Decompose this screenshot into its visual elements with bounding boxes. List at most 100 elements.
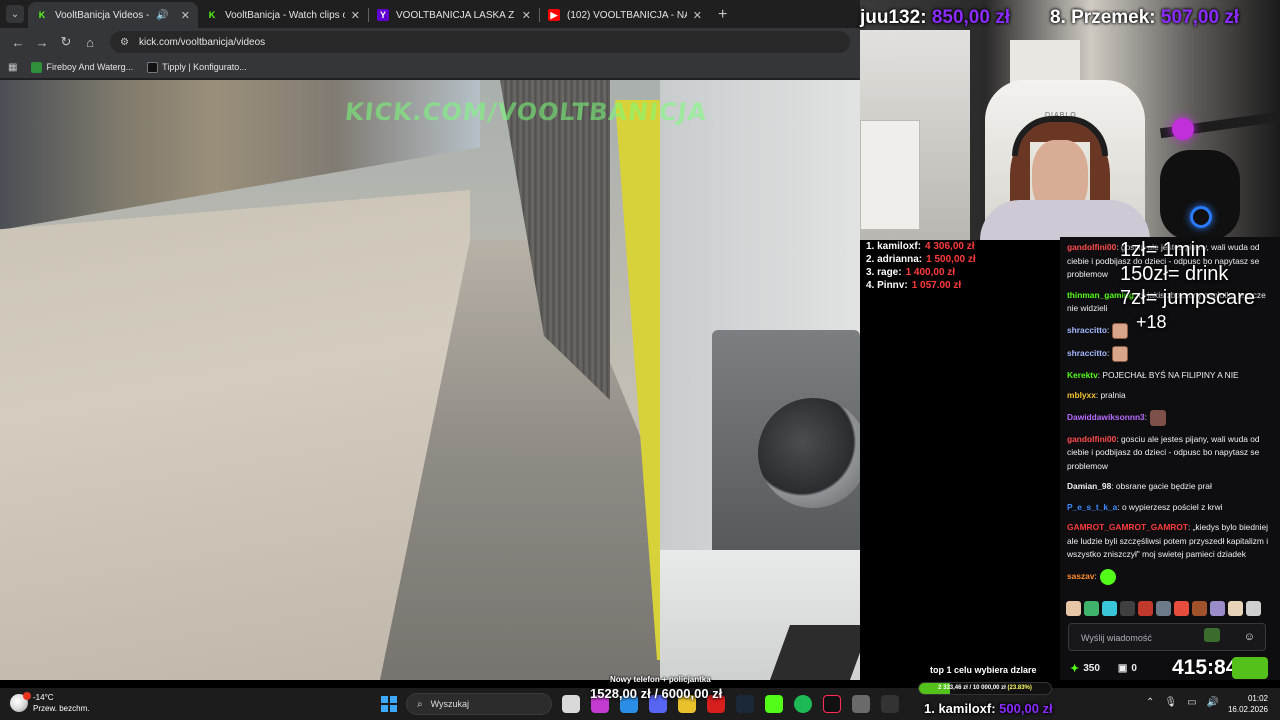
bookmark-fireboy[interactable]: Fireboy And Waterg...: [31, 61, 133, 73]
emoji-picker-icon[interactable]: ☺: [1244, 631, 1255, 643]
chat-username[interactable]: shraccitto: [1067, 348, 1107, 358]
emote-icon[interactable]: [1210, 601, 1225, 616]
overlay-line: 150zł= drink: [1120, 263, 1229, 285]
volume-icon[interactable]: 🔊: [1207, 697, 1219, 708]
goal-progress-text: 2 333,46 zł / 10 000,00 zł (23.83%): [918, 684, 1052, 693]
weather-widget[interactable]: -14°C Przew. bezchm.: [10, 692, 89, 714]
tab-youtube[interactable]: ▶ (102) VOOLTBANICJA - NAJBAR ✕: [540, 2, 710, 28]
screen: ⌄ K VooltBanicja Videos - Watc 🔊 ✕ K Voo…: [0, 0, 1280, 720]
chat-username[interactable]: Dawiddawiksonnn3: [1067, 412, 1145, 422]
back-arrow-icon[interactable]: ←: [6, 35, 30, 50]
tab-yahoo[interactable]: Y VOOLTBANICJA LASKA Z CHŁO ✕: [369, 2, 539, 28]
bookmarks-bar: ▦ Fireboy And Waterg... Tipply | Konfigu…: [0, 56, 860, 78]
emote-icon[interactable]: [1192, 601, 1207, 616]
search-label: Wyszukaj: [430, 699, 470, 709]
youtube-icon: ▶: [548, 9, 560, 21]
forward-arrow-icon[interactable]: →: [30, 35, 54, 50]
leaderboard-name: 2. adrianna:: [866, 254, 923, 265]
leaderboard-row: 1. kamiloxf: 4 306,00 zł: [866, 240, 1056, 253]
weather-temp: -14°C: [33, 693, 54, 702]
stream-watermark: KICK.COM/VOOLTBANICJA: [343, 98, 709, 126]
close-icon[interactable]: ✕: [351, 9, 360, 22]
emote-icon[interactable]: [1066, 601, 1081, 616]
emote-icon[interactable]: [1120, 601, 1135, 616]
subathon-timer: 415:84: [1172, 656, 1238, 679]
weather-desc: Przew. bezchm.: [33, 704, 90, 713]
chat-username[interactable]: Kerektv: [1067, 370, 1098, 380]
bookmark-tipply[interactable]: Tipply | Konfigurato...: [147, 61, 247, 73]
chat-username[interactable]: shraccitto: [1067, 325, 1107, 335]
emote-icon[interactable]: [1156, 601, 1171, 616]
file-explorer-icon[interactable]: [562, 695, 580, 713]
steam-icon[interactable]: [736, 695, 754, 713]
cam-blue-ring-light: [1190, 206, 1212, 228]
emote-bar: [1066, 601, 1276, 619]
chat-username[interactable]: gandolfini00: [1067, 242, 1116, 252]
new-tab-button[interactable]: +: [718, 6, 727, 24]
obs-icon[interactable]: [881, 695, 899, 713]
emote-icon[interactable]: [1102, 601, 1117, 616]
tiktok-icon[interactable]: [823, 695, 841, 713]
emote-icon[interactable]: [1246, 601, 1261, 616]
tab-vooltbanicja-videos[interactable]: K VooltBanicja Videos - Watc 🔊 ✕: [28, 2, 198, 28]
close-icon[interactable]: ✕: [522, 9, 531, 22]
chevron-up-icon[interactable]: ⌃: [1146, 697, 1154, 708]
address-bar[interactable]: ⚙ kick.com/vooltbanicja/videos: [110, 31, 850, 53]
chat-username[interactable]: P_e_s_t_k_a: [1067, 502, 1117, 512]
browser-window: ⌄ K VooltBanicja Videos - Watc 🔊 ✕ K Voo…: [0, 0, 860, 80]
windows-start-icon[interactable]: [381, 696, 397, 712]
site-info-icon[interactable]: ⚙: [120, 37, 129, 48]
chat-username[interactable]: gandolfini00: [1067, 434, 1116, 444]
chat-username[interactable]: GAMROT_GAMROT_GAMROT: [1067, 522, 1188, 532]
home-icon[interactable]: ⌂: [78, 35, 102, 50]
overlay-line: 7zł= jumpscare: [1120, 287, 1256, 309]
cam-cabinet: [860, 120, 920, 230]
chat-message: GAMROT_GAMROT_GAMROT: „kiedys bylo biedn…: [1060, 521, 1280, 562]
taskbar-clock[interactable]: 01:02 16.02.2026: [1226, 693, 1268, 715]
kick-app-icon[interactable]: [765, 695, 783, 713]
gift-count: 0: [1131, 663, 1137, 674]
tab-search-button[interactable]: ⌄: [6, 5, 24, 23]
emote-icon[interactable]: [1084, 601, 1099, 616]
points-icon[interactable]: ✦: [1070, 662, 1079, 675]
donor-name: 8. Przemek:: [1050, 7, 1156, 28]
chat-message: shraccitto:: [1060, 322, 1280, 339]
reload-icon[interactable]: ↻: [54, 34, 78, 50]
emote-icon[interactable]: [1174, 601, 1189, 616]
weather-icon: [10, 692, 31, 712]
settings-icon[interactable]: [852, 695, 870, 713]
cam-streamer-body: [980, 200, 1150, 240]
top-donor-name: 1. kamiloxf:: [924, 701, 996, 716]
chat-username[interactable]: mblyxx: [1067, 390, 1096, 400]
kick-icon: K: [208, 10, 216, 20]
goal-amounts: 1528,00 zł / 6000,00 zł: [590, 686, 723, 701]
chat-message: shraccitto:: [1060, 345, 1280, 362]
goal-name: Nowy telefon + policjantka: [610, 675, 711, 684]
video-player[interactable]: KICK.COM/VOOLTBANICJA: [0, 80, 860, 680]
video-scene-washer-drum: [758, 398, 860, 508]
emote-icon[interactable]: [1138, 601, 1153, 616]
gift-icon[interactable]: ▣: [1118, 663, 1127, 674]
close-icon[interactable]: ✕: [693, 9, 702, 22]
goal-progress-percent: (23.83%): [1007, 685, 1032, 691]
chat-username[interactable]: Damian_98: [1067, 481, 1111, 491]
tab-vooltbanicja-clips[interactable]: K VooltBanicja - Watch clips on K ✕: [198, 2, 368, 28]
emote-icon[interactable]: [1228, 601, 1243, 616]
apps-grid-icon[interactable]: ▦: [8, 62, 17, 73]
microphone-icon[interactable]: 🎙: [1164, 697, 1177, 708]
spotify-icon[interactable]: [794, 695, 812, 713]
network-icon[interactable]: ▭: [1187, 697, 1196, 708]
chat-message-input[interactable]: Wyślij wiadomość ☺: [1068, 623, 1266, 651]
frog-badge-icon[interactable]: [1204, 628, 1220, 642]
chat-message: gandolfini00: gosciu ale jestes pijany, …: [1060, 433, 1280, 474]
chat-username[interactable]: saszav: [1067, 571, 1094, 581]
face-emote-icon: [1112, 322, 1129, 339]
chat-message: Kerektv: POJECHAŁ BYŚ NA FILIPINY A NIE: [1060, 369, 1280, 383]
top-donor-bar: 1. kamiloxf: 500,00 zł: [924, 701, 1053, 716]
bookmark-label: Tipply | Konfigurato...: [162, 62, 247, 72]
close-icon[interactable]: ✕: [181, 9, 190, 22]
speaker-icon[interactable]: 🔊: [156, 10, 168, 21]
overlay-line: +18: [1136, 312, 1167, 332]
chat-input-placeholder: Wyślij wiadomość: [1081, 633, 1152, 643]
taskbar-search[interactable]: ⌕ Wyszukaj: [406, 693, 552, 715]
